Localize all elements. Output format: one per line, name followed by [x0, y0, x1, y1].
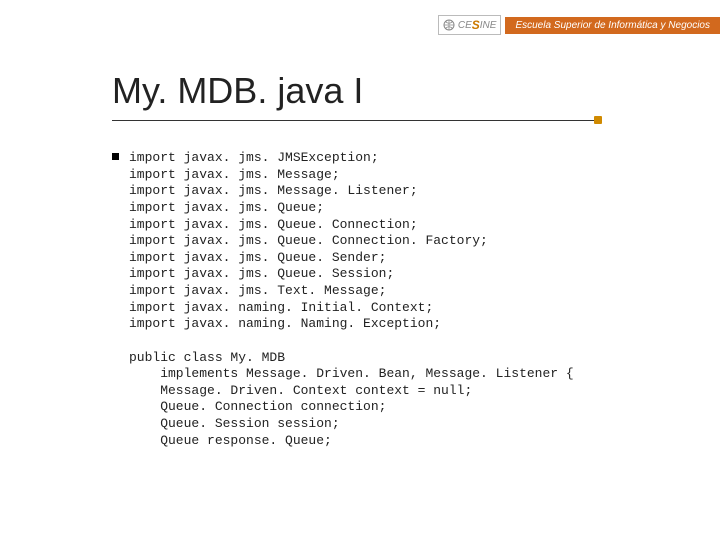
title-underline	[112, 120, 598, 121]
code-line: import javax. jms. Message;	[129, 167, 340, 182]
code-line: Message. Driven. Context context = null;	[129, 383, 472, 398]
page-title: My. MDB. java I	[112, 70, 363, 116]
code-line: import javax. jms. Message. Listener;	[129, 183, 418, 198]
code-line: import javax. jms. Queue. Session;	[129, 266, 394, 281]
slide: CESINE Escuela Superior de Informática y…	[0, 0, 720, 540]
title-block: My. MDB. java I	[112, 70, 363, 116]
code-line: import javax. jms. Text. Message;	[129, 283, 386, 298]
code-line: import javax. jms. Queue. Connection;	[129, 217, 418, 232]
code-line: Queue response. Queue;	[129, 433, 332, 448]
globe-icon	[443, 19, 455, 31]
code-line: import javax. naming. Initial. Context;	[129, 300, 433, 315]
code-line: import javax. jms. JMSException;	[129, 150, 379, 165]
code-line: Queue. Connection connection;	[129, 399, 386, 414]
brand-logo-suffix: INE	[480, 20, 497, 31]
code-line: import javax. naming. Naming. Exception;	[129, 316, 441, 331]
code-line: import javax. jms. Queue. Connection. Fa…	[129, 233, 488, 248]
slide-header: CESINE Escuela Superior de Informática y…	[0, 0, 720, 50]
code-line: import javax. jms. Queue. Sender;	[129, 250, 386, 265]
brand-logo-prefix: CE	[458, 20, 472, 31]
brand-tagline: Escuela Superior de Informática y Negoci…	[505, 17, 720, 34]
code-line: import javax. jms. Queue;	[129, 200, 324, 215]
brand-logo: CESINE	[438, 15, 502, 35]
title-underline-accent	[594, 116, 602, 124]
brand-logo-accent: S	[472, 18, 480, 32]
code-line: Queue. Session session;	[129, 416, 340, 431]
code-line: public class My. MDB	[129, 350, 285, 365]
code-block: import javax. jms. JMSException; import …	[112, 150, 574, 449]
code-line: implements Message. Driven. Bean, Messag…	[129, 366, 574, 381]
code-bullet	[112, 153, 119, 160]
brand-block: CESINE Escuela Superior de Informática y…	[438, 14, 720, 36]
